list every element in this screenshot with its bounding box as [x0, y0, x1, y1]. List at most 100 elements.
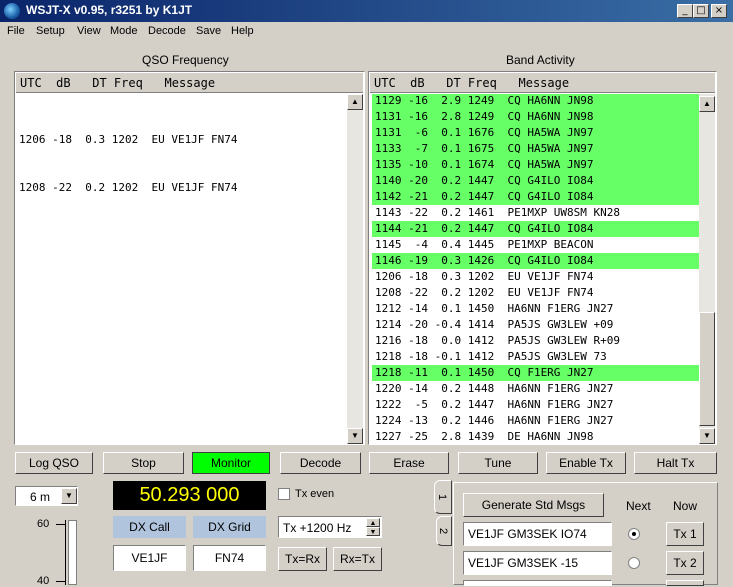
- tx-eq-rx-button[interactable]: Tx=Rx: [278, 547, 327, 571]
- band-scrollbar[interactable]: ▲ ▼: [699, 94, 715, 444]
- menu-decode[interactable]: Decode: [148, 25, 186, 37]
- tx-even-checkbox[interactable]: [278, 488, 290, 500]
- radio-selected-dot: [632, 532, 636, 536]
- qso-frequency-title: QSO Frequency: [142, 53, 229, 67]
- frequency-display: 50.293 000: [113, 481, 266, 510]
- list-item[interactable]: 1131 -16 2.8 1249 CQ HA6NN JN98: [372, 109, 699, 125]
- list-item[interactable]: 1129 -16 2.9 1249 CQ HA6NN JN98: [372, 94, 699, 109]
- tx2-button[interactable]: Tx 2: [666, 551, 704, 575]
- tab-1-label: 1: [436, 493, 449, 501]
- menu-help[interactable]: Help: [231, 25, 254, 37]
- log-qso-button[interactable]: Log QSO: [15, 452, 93, 474]
- qso-column-header: UTC dB DT Freq Message: [16, 73, 363, 93]
- minimize-button[interactable]: _: [677, 4, 693, 18]
- spin-down-icon[interactable]: ▼: [366, 527, 380, 536]
- monitor-button[interactable]: Monitor: [192, 452, 270, 474]
- qso-frequency-pane[interactable]: UTC dB DT Freq Message 1206 -18 0.3 1202…: [14, 71, 365, 445]
- band-select[interactable]: 6 m ▼: [15, 486, 78, 506]
- list-item[interactable]: 1142 -21 0.2 1447 CQ G4ILO IO84: [372, 189, 699, 205]
- band-column-header: UTC dB DT Freq Message: [370, 73, 715, 93]
- list-item[interactable]: 1144 -21 0.2 1447 CQ G4ILO IO84: [372, 221, 699, 237]
- menu-mode[interactable]: Mode: [110, 25, 138, 37]
- scroll-up-icon[interactable]: ▲: [699, 96, 715, 112]
- scroll-up-icon[interactable]: ▲: [347, 94, 363, 110]
- list-item[interactable]: 1214 -20 -0.4 1414 PA5JS GW3LEW +09: [372, 317, 699, 333]
- qso-scrollbar[interactable]: ▲ ▼: [347, 94, 363, 444]
- meter-bar: [68, 520, 77, 585]
- tab-2-label: 2: [437, 527, 450, 535]
- list-item[interactable]: 1220 -14 0.2 1448 HA6NN F1ERG JN27: [372, 381, 699, 397]
- meter-tick: [56, 524, 65, 525]
- list-item[interactable]: 1222 -5 0.2 1447 HA6NN F1ERG JN27: [372, 397, 699, 413]
- next-label: Next: [626, 499, 651, 513]
- tx1-button[interactable]: Tx 1: [666, 522, 704, 546]
- menu-view[interactable]: View: [77, 25, 101, 37]
- band-activity-title: Band Activity: [506, 53, 575, 67]
- tx-even-label: Tx even: [295, 488, 335, 500]
- halt-tx-button[interactable]: Halt Tx: [634, 452, 717, 474]
- scroll-down-icon[interactable]: ▼: [699, 428, 715, 444]
- tx1-next-radio[interactable]: [628, 528, 640, 540]
- band-list: 1129 -16 2.9 1249 CQ HA6NN JN98 1131 -16 …: [370, 94, 699, 444]
- list-item[interactable]: 1218 -18 -0.1 1412 PA5JS GW3LEW 73: [372, 349, 699, 365]
- tx-offset-spinner[interactable]: Tx +1200 Hz ▲ ▼: [278, 516, 382, 538]
- close-button[interactable]: ×: [711, 4, 727, 18]
- list-item[interactable]: 1135 -10 0.1 1674 CQ HA5WA JN97: [372, 157, 699, 173]
- tx-offset-value: Tx +1200 Hz: [283, 521, 352, 535]
- qso-list: 1206 -18 0.3 1202 EU VE1JF FN74 1208 -22…: [19, 100, 238, 228]
- dx-call-label: DX Call: [113, 516, 186, 538]
- list-item[interactable]: 1208 -22 0.2 1202 EU VE1JF FN74: [372, 285, 699, 301]
- tx3-button[interactable]: [666, 580, 704, 586]
- menu-bar: File Setup View Mode Decode Save Help: [0, 22, 733, 42]
- tx3-message-input[interactable]: [463, 580, 612, 586]
- menu-setup[interactable]: Setup: [36, 25, 65, 37]
- list-item[interactable]: 1216 -18 0.0 1412 PA5JS GW3LEW R+09: [372, 333, 699, 349]
- meter-tick-label: 60: [37, 518, 50, 530]
- menu-file[interactable]: File: [7, 25, 25, 37]
- spin-up-icon[interactable]: ▲: [366, 518, 380, 527]
- list-item[interactable]: 1206 -18 0.3 1202 EU VE1JF FN74: [372, 269, 699, 285]
- stop-button[interactable]: Stop: [103, 452, 184, 474]
- band-activity-pane[interactable]: UTC dB DT Freq Message 1129 -16 2.9 1249…: [368, 71, 717, 445]
- scroll-down-icon[interactable]: ▼: [347, 428, 363, 444]
- list-item[interactable]: 1212 -14 0.1 1450 HA6NN F1ERG JN27: [372, 301, 699, 317]
- scroll-thumb[interactable]: [699, 312, 715, 426]
- chevron-down-icon[interactable]: ▼: [61, 488, 77, 504]
- list-item[interactable]: 1224 -13 0.2 1446 HA6NN F1ERG JN27: [372, 413, 699, 429]
- list-item[interactable]: 1131 -6 0.1 1676 CQ HA5WA JN97: [372, 125, 699, 141]
- maximize-button[interactable]: □: [693, 4, 709, 18]
- tune-button[interactable]: Tune: [458, 452, 538, 474]
- rx-eq-tx-button[interactable]: Rx=Tx: [333, 547, 382, 571]
- tx2-next-radio[interactable]: [628, 557, 640, 569]
- tx2-message-input[interactable]: VE1JF GM3SEK -15: [463, 551, 612, 575]
- dx-call-input[interactable]: VE1JF: [113, 545, 186, 571]
- band-select-value: 6 m: [30, 490, 51, 504]
- meter-tick: [56, 581, 65, 582]
- menu-save[interactable]: Save: [196, 25, 221, 37]
- list-item[interactable]: 1133 -7 0.1 1675 CQ HA5WA JN97: [372, 141, 699, 157]
- dx-grid-input[interactable]: FN74: [193, 545, 266, 571]
- generate-std-msgs-button[interactable]: Generate Std Msgs: [463, 493, 604, 517]
- list-item[interactable]: 1206 -18 0.3 1202 EU VE1JF FN74: [19, 132, 238, 148]
- list-item[interactable]: 1143 -22 0.2 1461 PE1MXP UW8SM KN28: [372, 205, 699, 221]
- now-label: Now: [673, 499, 698, 513]
- tab-2[interactable]: 2: [436, 516, 452, 546]
- list-item[interactable]: 1140 -20 0.2 1447 CQ G4ILO IO84: [372, 173, 699, 189]
- tx1-message-input[interactable]: VE1JF GM3SEK IO74: [463, 522, 612, 546]
- list-item[interactable]: 1208 -22 0.2 1202 EU VE1JF FN74: [19, 180, 238, 196]
- tab-1[interactable]: 1: [434, 480, 452, 514]
- title-bar: WSJT-X v0.95, r3251 by K1JT _ □ ×: [0, 0, 733, 22]
- list-item[interactable]: 1227 -25 2.8 1439 DE HA6NN JN98: [372, 429, 699, 444]
- meter-tick-label: 40: [37, 575, 50, 587]
- window-title: WSJT-X v0.95, r3251 by K1JT: [26, 3, 193, 17]
- decode-button[interactable]: Decode: [280, 452, 361, 474]
- meter-axis: [65, 520, 66, 585]
- dx-grid-label: DX Grid: [193, 516, 266, 538]
- messages-panel: Generate Std Msgs Next Now VE1JF GM3SEK …: [453, 482, 718, 586]
- list-item[interactable]: 1146 -19 0.3 1426 CQ G4ILO IO84: [372, 253, 699, 269]
- list-item[interactable]: 1218 -11 0.1 1450 CQ F1ERG JN27: [372, 365, 699, 381]
- enable-tx-button[interactable]: Enable Tx: [546, 452, 626, 474]
- app-icon: [4, 3, 20, 19]
- list-item[interactable]: 1145 -4 0.4 1445 PE1MXP BEACON: [372, 237, 699, 253]
- erase-button[interactable]: Erase: [369, 452, 449, 474]
